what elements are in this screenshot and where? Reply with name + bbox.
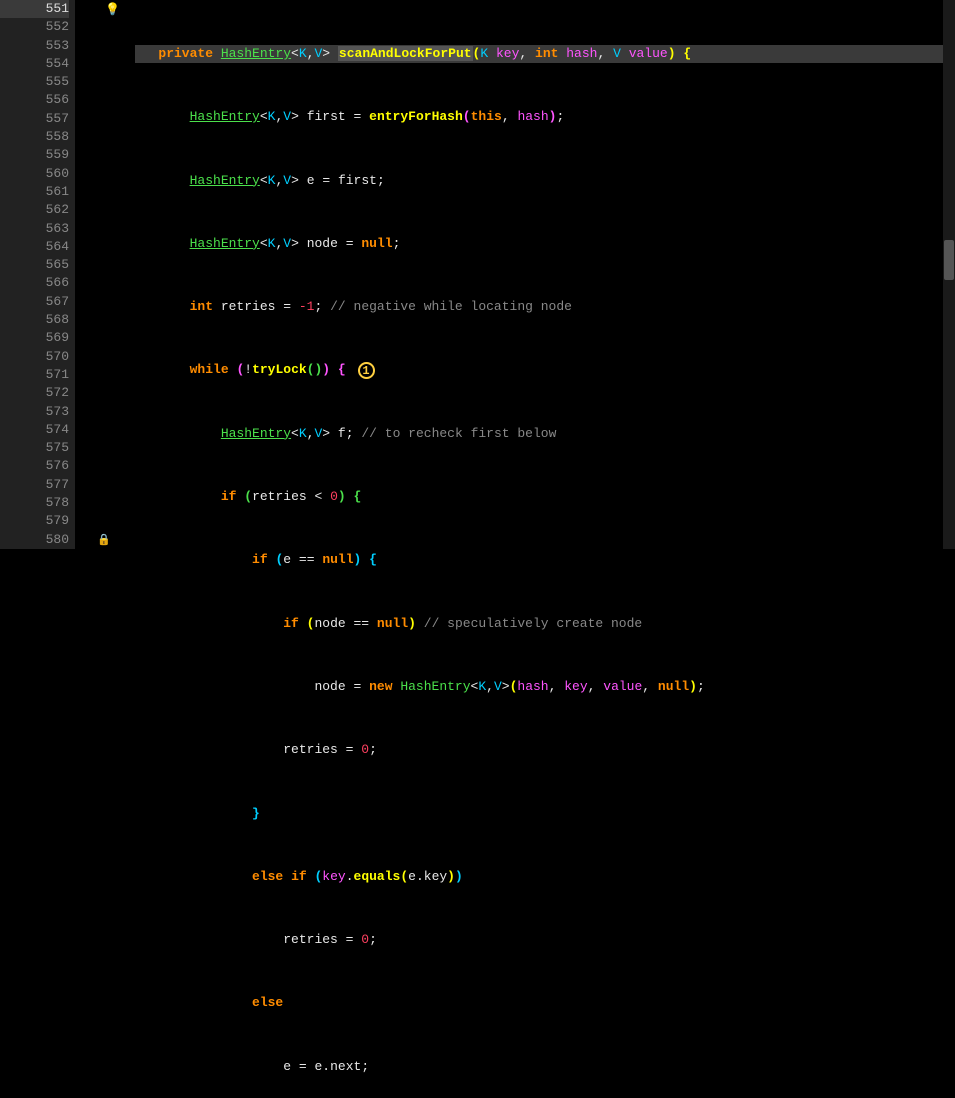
code-line[interactable]: HashEntry<K,V> e = first; [135, 172, 955, 190]
code-line[interactable]: HashEntry<K,V> f; // to recheck first be… [135, 425, 955, 443]
line-number[interactable]: 574 [0, 421, 69, 439]
line-number[interactable]: 558 [0, 128, 69, 146]
line-number[interactable]: 572 [0, 384, 69, 402]
keyword-private: private [158, 46, 213, 61]
line-number[interactable]: 551 [0, 0, 69, 18]
lock-icon: 🔒 [97, 533, 111, 547]
code-line[interactable]: e = e.next; [135, 1058, 955, 1076]
lightbulb-icon[interactable]: 💡 [105, 2, 120, 17]
brace: { [683, 46, 691, 61]
code-line[interactable]: HashEntry<K,V> node = null; [135, 235, 955, 253]
code-line[interactable]: HashEntry<K,V> first = entryForHash(this… [135, 108, 955, 126]
code-line[interactable]: retries = 0; [135, 741, 955, 759]
annotation-circle-1: 1 [358, 362, 375, 379]
vertical-scrollbar[interactable] [943, 0, 955, 549]
code-line[interactable]: else if (key.equals(e.key)) [135, 868, 955, 886]
line-number[interactable]: 568 [0, 311, 69, 329]
code-line[interactable]: private HashEntry<K,V> scanAndLockForPut… [135, 45, 955, 63]
code-line[interactable]: if (e == null) { [135, 551, 955, 569]
line-number[interactable]: 557 [0, 110, 69, 128]
code-line[interactable]: int retries = -1; // negative while loca… [135, 298, 955, 316]
line-number[interactable]: 579 [0, 512, 69, 530]
line-number[interactable]: 576 [0, 457, 69, 475]
line-number[interactable]: 556 [0, 91, 69, 109]
comment: // to recheck first below [361, 426, 556, 441]
line-number[interactable]: 553 [0, 37, 69, 55]
caret-selection: scanAndLockForPut [338, 46, 473, 61]
code-editor: 551 552 553 554 555 556 557 558 559 560 … [0, 0, 955, 549]
line-number[interactable]: 571 [0, 366, 69, 384]
line-number[interactable]: 554 [0, 55, 69, 73]
line-number[interactable]: 561 [0, 183, 69, 201]
code-line[interactable]: if (retries < 0) { [135, 488, 955, 506]
line-number[interactable]: 567 [0, 293, 69, 311]
line-number[interactable]: 575 [0, 439, 69, 457]
line-number[interactable]: 563 [0, 220, 69, 238]
comment: // speculatively create node [424, 616, 642, 631]
code-line[interactable]: retries = 0; [135, 931, 955, 949]
line-number[interactable]: 570 [0, 348, 69, 366]
line-number[interactable]: 562 [0, 201, 69, 219]
line-number[interactable]: 580 [0, 531, 69, 549]
code-line[interactable]: } [135, 805, 955, 823]
type-param: K [299, 46, 307, 61]
comment: // negative while locating node [330, 299, 572, 314]
code-area[interactable]: private HashEntry<K,V> scanAndLockForPut… [135, 0, 955, 549]
line-number[interactable]: 566 [0, 274, 69, 292]
gutter-marker-column: 💡 🔒 [75, 0, 135, 549]
line-number-gutter[interactable]: 551 552 553 554 555 556 557 558 559 560 … [0, 0, 75, 549]
line-number[interactable]: 552 [0, 18, 69, 36]
code-line[interactable]: else [135, 994, 955, 1012]
line-number[interactable]: 565 [0, 256, 69, 274]
line-number[interactable]: 560 [0, 165, 69, 183]
code-line[interactable]: while (!tryLock()) { 1 [135, 361, 955, 379]
code-line[interactable]: if (node == null) // speculatively creat… [135, 615, 955, 633]
line-number[interactable]: 578 [0, 494, 69, 512]
type-hashentry: HashEntry [190, 109, 260, 124]
scrollbar-thumb[interactable] [944, 240, 954, 280]
line-number[interactable]: 573 [0, 403, 69, 421]
type-hashentry: HashEntry [221, 46, 291, 61]
method-name: scanAndLockForPut [339, 46, 472, 61]
line-number[interactable]: 559 [0, 146, 69, 164]
line-number[interactable]: 569 [0, 329, 69, 347]
line-number[interactable]: 564 [0, 238, 69, 256]
code-line[interactable]: node = new HashEntry<K,V>(hash, key, val… [135, 678, 955, 696]
line-number[interactable]: 555 [0, 73, 69, 91]
line-number[interactable]: 577 [0, 476, 69, 494]
